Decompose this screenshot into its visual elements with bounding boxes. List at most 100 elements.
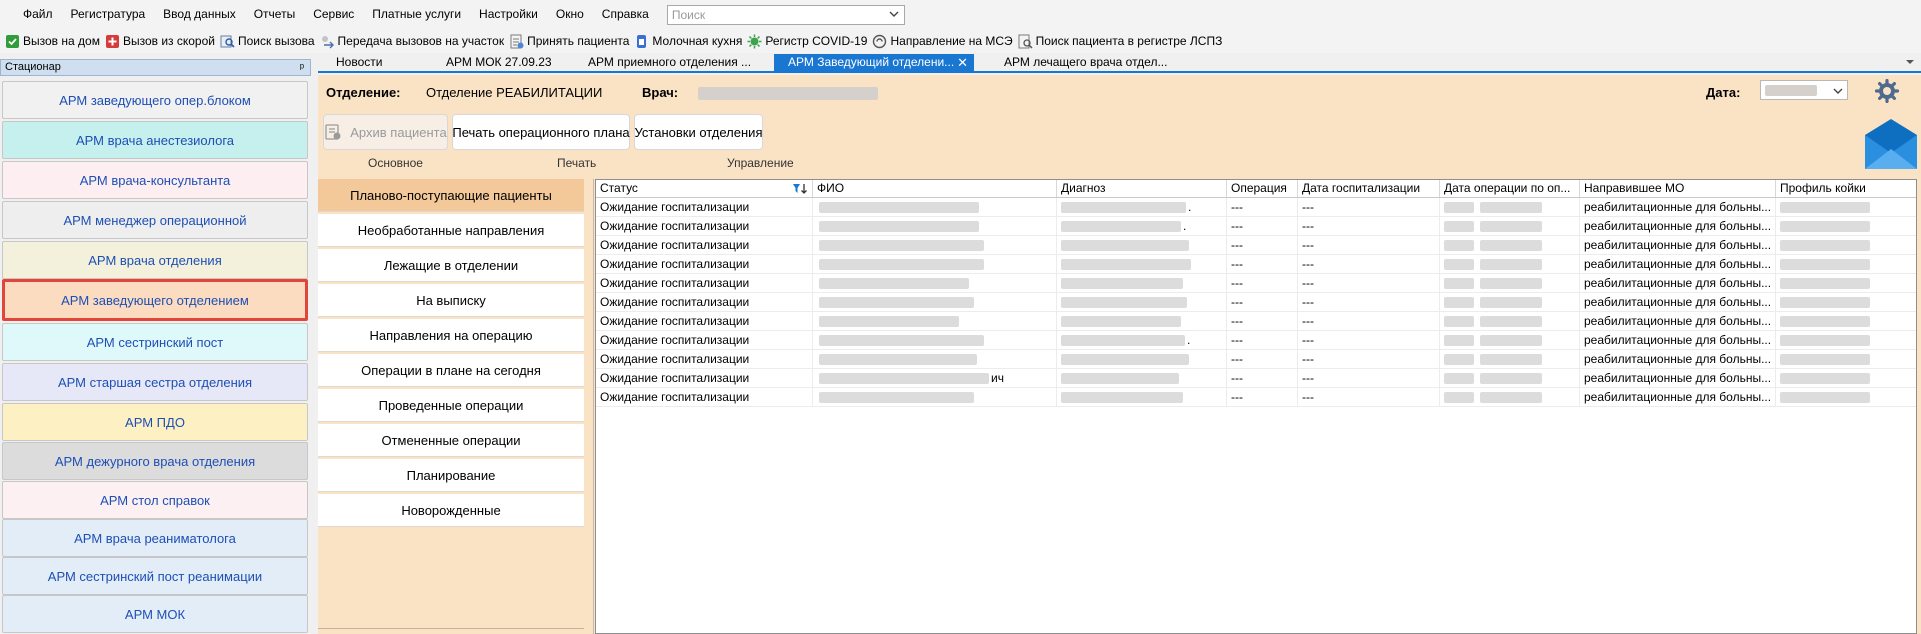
menu-service[interactable]: Сервис [304, 0, 363, 29]
milk-kitchen-button[interactable]: Молочная кухня [632, 30, 745, 52]
cell-diagnosis [1057, 293, 1227, 311]
cell-referring-mo-text: реабилитационные для больны... [1584, 238, 1772, 252]
tab-attending-doctor[interactable]: АРМ лечащего врача отдел... [974, 54, 1174, 71]
op-date-redacted [1480, 278, 1542, 289]
tab-head-department[interactable]: АРМ Заведующий отделени... ✕ [774, 54, 974, 71]
col-bed-profile[interactable]: Профиль койки [1776, 180, 1916, 197]
ambulance-call-label: Вызов из скорой [122, 34, 215, 48]
cell-fio-suffix: ич [991, 371, 1004, 385]
menu-help[interactable]: Справка [593, 0, 658, 29]
subnav-today-operations[interactable]: Операции в плане на сегодня [318, 354, 584, 387]
cell-referring-mo: реабилитационные для больны... [1580, 274, 1776, 292]
arm-item-ward-doctor[interactable]: АРМ врача отделения [2, 241, 308, 279]
tab-news[interactable]: Новости [318, 54, 428, 71]
table-row[interactable]: Ожидание госпитализации --- --- реабилитаци… [596, 293, 1916, 312]
subnav-newborns[interactable]: Новорожденные [318, 494, 584, 527]
subnav-completed-operations[interactable]: Проведенные операции [318, 389, 584, 422]
arm-item-duty-doctor[interactable]: АРМ дежурного врача отделения [2, 442, 308, 480]
menu-search-box[interactable] [666, 4, 905, 25]
arm-item-opblock[interactable]: АРМ заведующего опер.блоком [2, 81, 308, 119]
menu-file[interactable]: Файл [14, 0, 62, 29]
subnav-surgery-referrals[interactable]: Направления на операцию [318, 319, 584, 352]
table-row[interactable]: Ожидание госпитализации --- --- реабилитаци… [596, 350, 1916, 369]
menu-paid-services[interactable]: Платные услуги [363, 0, 470, 29]
cell-hosp-date: --- [1298, 198, 1440, 216]
print-operation-plan-button[interactable]: Печать операционного плана [452, 114, 630, 150]
col-op-date[interactable]: Дата операции по оп... [1440, 180, 1580, 197]
arm-item-icu-nurse[interactable]: АРМ сестринский пост реанимации [2, 557, 308, 595]
ambulance-call-button[interactable]: Вызов из скорой [103, 30, 218, 52]
table-row[interactable]: Ожидание госпитализации. --- --- реабилитац… [596, 331, 1916, 350]
col-status[interactable]: Статус [596, 180, 813, 197]
op-date-redacted [1480, 240, 1542, 251]
cell-operation: --- [1227, 274, 1298, 292]
arm-item-head-of-department[interactable]: АРМ заведующего отделением [2, 279, 308, 321]
op-date-redacted [1480, 316, 1542, 327]
col-operation[interactable]: Операция [1227, 180, 1298, 197]
search-call-button[interactable]: Поиск вызова [218, 30, 318, 52]
tab-mok[interactable]: АРМ МОК 27.09.23 [428, 54, 570, 71]
arm-item-reanimatologist[interactable]: АРМ врача реаниматолога [2, 519, 308, 557]
mail-icon[interactable] [1861, 115, 1921, 171]
subnav-planning[interactable]: Планирование [318, 459, 584, 492]
cell-hosp-date-text: --- [1302, 295, 1314, 309]
pin-icon[interactable]: ᵖ [300, 61, 304, 76]
subnav-inpatients[interactable]: Лежащие в отделении [318, 249, 584, 282]
patient-archive-button[interactable]: Архив пациента [323, 114, 448, 150]
table-row[interactable]: Ожидание госпитализации --- --- реабилитаци… [596, 312, 1916, 331]
table-row[interactable]: Ожидание госпитализации ич --- --- реабилита… [596, 369, 1916, 388]
cell-op-date [1440, 293, 1580, 311]
menu-settings[interactable]: Настройки [470, 0, 547, 29]
bed-profile-redacted [1780, 297, 1870, 308]
subnav-planned-patients[interactable]: Планово-поступающие пациенты [318, 179, 584, 212]
menu-registry[interactable]: Регистратура [62, 0, 155, 29]
cell-op-date [1440, 198, 1580, 216]
table-row[interactable]: Ожидание госпитализации --- --- реабилитаци… [596, 255, 1916, 274]
lspz-search-button[interactable]: Поиск пациента в регистре ЛСПЗ [1016, 30, 1226, 52]
table-row[interactable]: Ожидание госпитализации --- --- реабилитаци… [596, 236, 1916, 255]
table-row[interactable]: Ожидание госпитализации. --- --- реабилитац… [596, 198, 1916, 217]
gear-icon[interactable] [1875, 79, 1899, 103]
subnav-cancelled-operations[interactable]: Отмененные операции [318, 424, 584, 457]
arm-item-anesthesiologist[interactable]: АРМ врача анестезиолога [2, 121, 308, 159]
tab-menu-chevron-icon[interactable] [1905, 57, 1915, 67]
col-referring-mo[interactable]: Направившее МО [1580, 180, 1776, 197]
mse-referral-button[interactable]: Направление на МСЭ [870, 30, 1015, 52]
arm-item-head-nurse[interactable]: АРМ старшая сестра отделения [2, 363, 308, 401]
covid-registry-button[interactable]: Регистр COVID-19 [745, 30, 870, 52]
arm-item-consultant[interactable]: АРМ врача-консультанта [2, 161, 308, 199]
filter-sort-icon[interactable] [792, 183, 808, 195]
chevron-down-icon[interactable] [888, 8, 900, 20]
cell-hosp-date-text: --- [1302, 238, 1314, 252]
table-row[interactable]: Ожидание госпитализации --- --- реабилитаци… [596, 274, 1916, 293]
department-settings-button[interactable]: Установки отделения [634, 114, 763, 150]
transfer-calls-button[interactable]: Передача вызовов на участок [318, 30, 508, 52]
arm-item-or-manager[interactable]: АРМ менеджер операционной [2, 201, 308, 239]
fio-redacted [819, 354, 977, 365]
subnav-discharge[interactable]: На выписку [318, 284, 584, 317]
accept-patient-button[interactable]: Принять пациента [507, 30, 632, 52]
col-fio[interactable]: ФИО [813, 180, 1057, 197]
arm-item-mok[interactable]: АРМ МОК [2, 595, 308, 633]
col-diagnosis[interactable]: Диагноз [1057, 180, 1227, 197]
cell-referring-mo-text: реабилитационные для больны... [1584, 295, 1772, 309]
date-select[interactable] [1760, 80, 1848, 100]
menu-window[interactable]: Окно [547, 0, 593, 29]
tab-admission[interactable]: АРМ приемного отделения ... [570, 54, 750, 71]
tab-head-department-label: АРМ Заведующий отделени... [788, 55, 955, 69]
menu-reports[interactable]: Отчеты [245, 0, 304, 29]
cell-operation: --- [1227, 255, 1298, 273]
arm-item-info-desk[interactable]: АРМ стол справок [2, 481, 308, 519]
menu-data-entry[interactable]: Ввод данных [154, 0, 245, 29]
cell-status: Ожидание госпитализации [596, 198, 813, 216]
table-row[interactable]: Ожидание госпитализации --- --- реабилитаци… [596, 388, 1916, 407]
subnav-unprocessed-referrals[interactable]: Необработанные направления [318, 214, 584, 247]
home-call-button[interactable]: Вызов на дом [3, 30, 103, 52]
arm-item-pdo[interactable]: АРМ ПДО [2, 403, 308, 441]
menu-search-input[interactable] [667, 7, 886, 22]
close-icon[interactable]: ✕ [957, 54, 968, 71]
table-row[interactable]: Ожидание госпитализации. --- --- реабилитац… [596, 217, 1916, 236]
arm-item-nurse-post[interactable]: АРМ сестринский пост [2, 323, 308, 361]
cell-operation-text: --- [1231, 295, 1243, 309]
col-hosp-date[interactable]: Дата госпитализации [1298, 180, 1440, 197]
